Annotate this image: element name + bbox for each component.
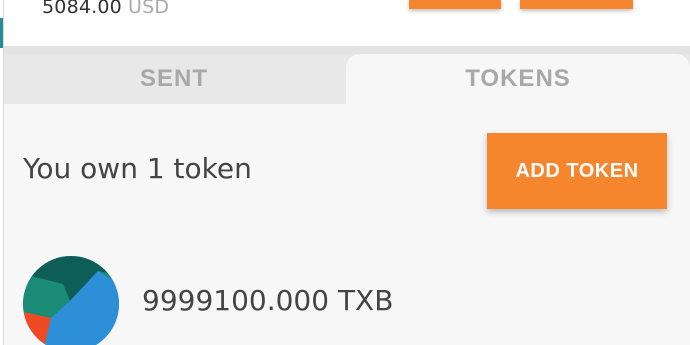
account-summary: 5084.00 USD [4,0,690,46]
token-count-label: You own 1 token [23,152,252,185]
balance-unit: USD [127,0,170,18]
balance-value: 5084.00 [42,0,122,18]
token-identicon [23,256,119,345]
tab-tokens[interactable]: TOKENS [346,54,690,104]
buy-button[interactable] [409,0,501,9]
send-button[interactable] [520,0,633,9]
account-balance: 5084.00 USD [42,0,169,18]
tokens-panel: You own 1 token ADD TOKEN 9999100.000 TX… [4,104,690,345]
section-divider [4,46,690,54]
token-list-item[interactable]: 9999100.000 TXB [23,256,663,345]
tab-bar: SENT TOKENS [4,54,690,104]
add-token-button[interactable]: ADD TOKEN [487,133,667,209]
tab-sent[interactable]: SENT [4,54,344,104]
token-amount: 9999100.000 TXB [142,284,394,317]
wallet-popup: 5084.00 USD SENT TOKENS You own 1 token A… [0,0,690,345]
